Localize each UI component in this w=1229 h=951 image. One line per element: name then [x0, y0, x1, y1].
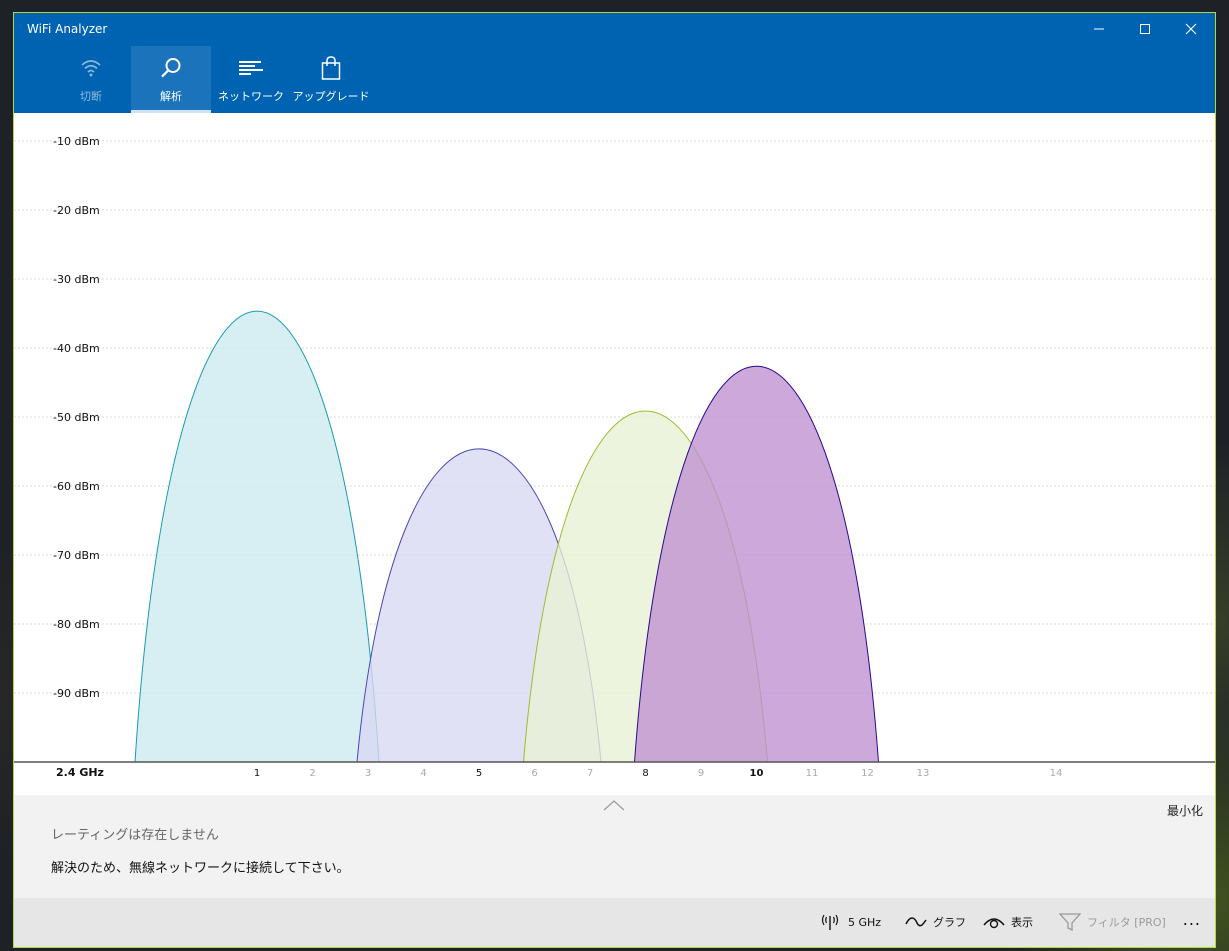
command-bar: 5 GHz グラフ 表示 フィルタ [PRO] ... — [14, 898, 1215, 947]
chevron-up-icon[interactable] — [603, 799, 625, 811]
instruction-text: 解決のため、無線ネットワークに接続して下さい。 — [51, 861, 350, 876]
band-toggle-button[interactable]: 5 GHz — [820, 913, 881, 931]
y-tick-label: -30 dBm — [53, 273, 100, 286]
x-tick-label: 11 — [806, 768, 819, 779]
antenna-icon — [821, 914, 839, 930]
x-tick-label: 13 — [917, 768, 930, 779]
x-tick-label: 5 — [476, 768, 482, 779]
x-tick-label: 9 — [698, 768, 704, 779]
title-bar: WiFi Analyzer 切断 解析 ネットワーク アップグレード — [14, 13, 1215, 113]
graph-button[interactable]: グラフ — [905, 913, 966, 931]
x-axis-label: 2.4 GHz — [56, 766, 104, 779]
y-tick-label: -60 dBm — [53, 480, 100, 493]
app-title: WiFi Analyzer — [27, 22, 108, 36]
info-panel: 最小化 レーティングは存在しません 解決のため、無線ネットワークに接続して下さい… — [14, 795, 1215, 898]
wifi-icon — [81, 60, 101, 77]
minimize-icon — [1094, 28, 1104, 30]
network-list-icon — [239, 61, 263, 75]
y-tick-label: -40 dBm — [53, 342, 100, 355]
channel-signal-curve — [134, 310, 380, 763]
band-label: 5 GHz — [848, 915, 882, 929]
tab-network[interactable]: ネットワーク — [211, 46, 291, 113]
minimize-button[interactable] — [1076, 13, 1122, 45]
more-options-button[interactable]: ... — [1183, 910, 1201, 929]
tab-disconnect[interactable]: 切断 — [51, 46, 131, 113]
x-tick-label: 7 — [587, 768, 593, 779]
x-tick-label: 1 — [254, 768, 260, 779]
x-tick-label: 12 — [861, 768, 874, 779]
tab-label: ネットワーク — [218, 90, 284, 103]
y-tick-label: -20 dBm — [53, 204, 100, 217]
minimize-panel-link[interactable]: 最小化 — [1167, 802, 1203, 819]
x-tick-label: 14 — [1050, 768, 1063, 779]
shopping-bag-icon — [321, 56, 341, 80]
x-tick-label: 8 — [642, 768, 648, 779]
maximize-button[interactable] — [1122, 13, 1168, 45]
x-tick-label: 10 — [750, 768, 764, 779]
rating-text: レーティングは存在しません — [51, 828, 219, 843]
y-tick-label: -80 dBm — [53, 618, 100, 631]
filter-button[interactable]: フィルタ [PRO] — [1059, 913, 1166, 931]
x-tick-label: 4 — [420, 768, 426, 779]
graph-label: グラフ — [933, 916, 966, 929]
maximize-icon — [1140, 24, 1150, 34]
eye-icon — [983, 918, 1005, 929]
wave-icon — [905, 917, 927, 927]
close-icon — [1185, 23, 1197, 35]
view-button[interactable]: 表示 — [983, 913, 1033, 931]
signal-chart: -10 dBm -20 dBm -30 dBm -40 dBm -50 dBm -60 d… — [14, 135, 1215, 779]
app-window: WiFi Analyzer 切断 解析 ネットワーク アップグレード -10 d… — [13, 12, 1216, 948]
view-label: 表示 — [1011, 916, 1033, 929]
y-tick-label: -10 dBm — [53, 135, 100, 148]
x-tick-label: 6 — [531, 768, 537, 779]
filter-label: フィルタ [PRO] — [1087, 916, 1166, 929]
magnifier-icon — [161, 58, 181, 78]
y-tick-label: -90 dBm — [53, 687, 100, 700]
tab-upgrade[interactable]: アップグレード — [291, 46, 371, 113]
y-tick-label: -50 dBm — [53, 411, 100, 424]
x-tick-label: 3 — [365, 768, 371, 779]
close-button[interactable] — [1168, 13, 1214, 45]
y-tick-label: -70 dBm — [53, 549, 100, 562]
filter-icon — [1059, 913, 1081, 931]
tab-analyze[interactable]: 解析 — [131, 46, 211, 113]
tab-label: アップグレード — [292, 90, 370, 103]
x-tick-label: 2 — [309, 768, 315, 779]
tab-label: 解析 — [160, 90, 182, 103]
tab-label: 切断 — [80, 90, 102, 103]
